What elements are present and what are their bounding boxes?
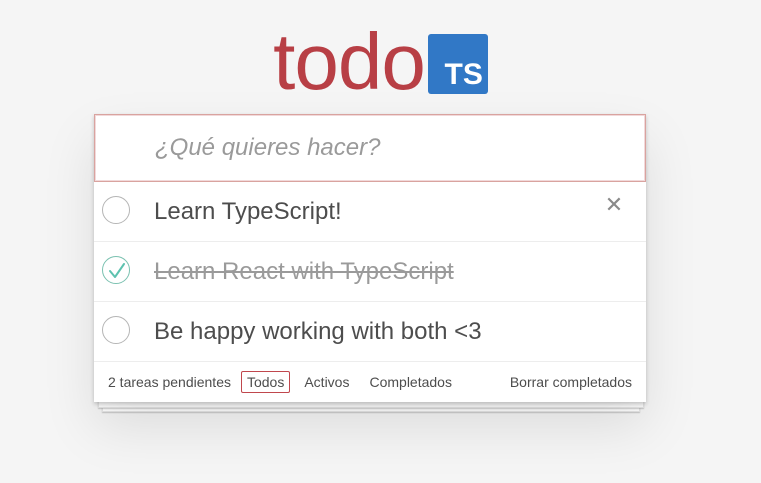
todo-toggle[interactable] <box>102 316 130 344</box>
todo-footer: 2 tareas pendientes Todos Activos Comple… <box>94 362 646 402</box>
check-icon <box>109 263 125 278</box>
todo-count: 2 tareas pendientes <box>108 374 231 390</box>
todo-app: Learn TypeScript! ✕ Learn React with Typ… <box>94 114 646 402</box>
close-icon[interactable]: ✕ <box>604 194 624 216</box>
todo-toggle[interactable] <box>102 256 130 284</box>
todo-item: Learn React with TypeScript <box>94 242 646 302</box>
todo-label[interactable]: Be happy working with both <3 <box>154 318 482 346</box>
todo-list: Learn TypeScript! ✕ Learn React with Typ… <box>94 182 646 362</box>
todo-item: Be happy working with both <3 <box>94 302 646 362</box>
app-title: todo <box>273 17 426 106</box>
todo-item: Learn TypeScript! ✕ <box>94 182 646 242</box>
clear-completed-button[interactable]: Borrar completados <box>510 374 632 390</box>
filter-completed[interactable]: Completados <box>363 371 458 393</box>
filter-all[interactable]: Todos <box>240 371 291 393</box>
filters: Todos Activos Completados <box>240 371 466 393</box>
typescript-logo-text: TS <box>444 58 483 91</box>
app-header: todo TS <box>0 22 761 102</box>
todo-label[interactable]: Learn TypeScript! <box>154 198 342 226</box>
filter-active[interactable]: Activos <box>298 371 355 393</box>
typescript-logo: TS <box>427 34 488 94</box>
todo-toggle[interactable] <box>102 196 130 224</box>
todo-label[interactable]: Learn React with TypeScript <box>154 258 454 286</box>
new-todo-input[interactable] <box>94 114 646 182</box>
